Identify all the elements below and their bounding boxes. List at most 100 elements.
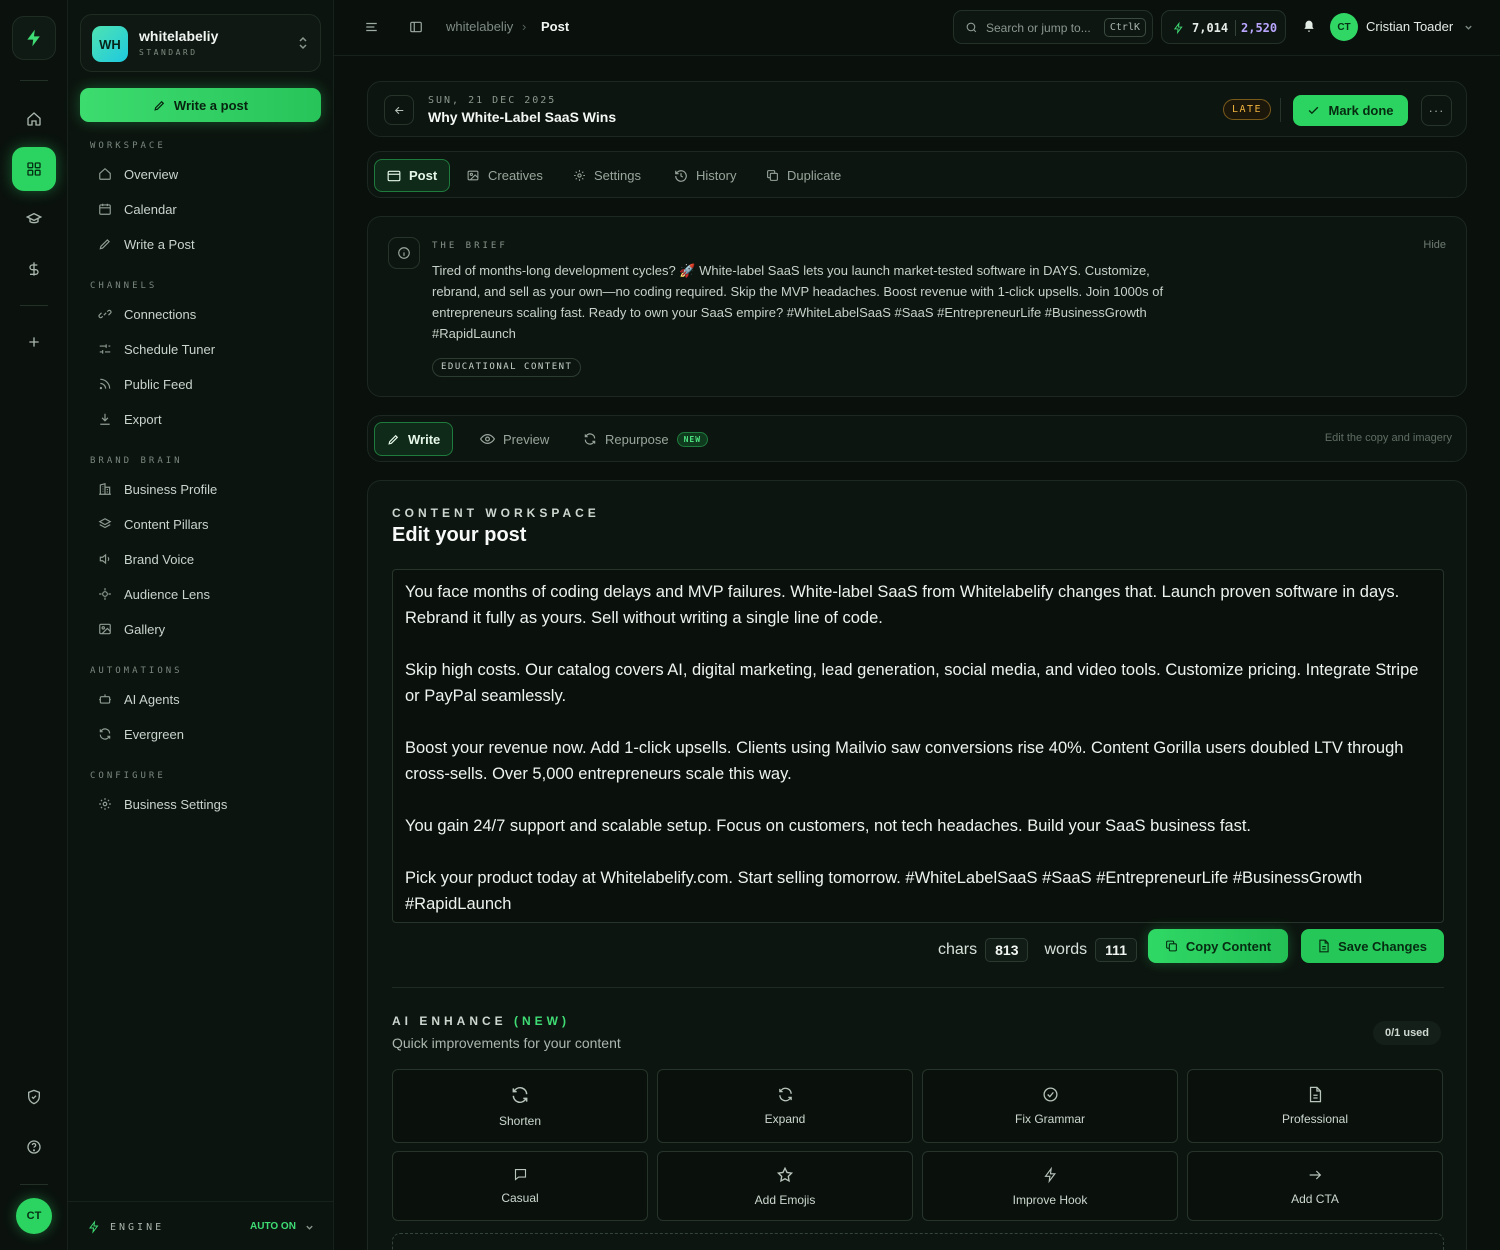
tab-duplicate[interactable]: Duplicate	[754, 159, 853, 192]
copy-content-button[interactable]: Copy Content	[1148, 929, 1288, 963]
editor-paragraph: You face months of coding delays and MVP…	[405, 583, 1400, 627]
breadcrumb-current-page: Post	[541, 19, 570, 34]
ai-action-label: Add Emojis	[754, 1192, 816, 1207]
ai-shorten-button[interactable]: Shorten	[392, 1069, 648, 1143]
tab-creatives[interactable]: Creatives	[454, 159, 555, 192]
sidebar-item-schedule-tuner[interactable]: Schedule Tuner	[90, 335, 310, 363]
tab-label: Post	[409, 168, 438, 183]
tab-label: Write	[408, 431, 441, 447]
user-name[interactable]: Cristian Toader	[1366, 19, 1453, 34]
sidebar-toggle-icon[interactable]	[408, 20, 424, 34]
info-icon	[388, 237, 420, 269]
sidebar-item-ai-agents[interactable]: AI Agents	[90, 685, 310, 713]
sidebar-item-business-settings[interactable]: Business Settings	[90, 790, 310, 818]
ai-professional-button[interactable]: Professional	[1187, 1069, 1443, 1143]
eye-icon	[480, 433, 495, 445]
avatar[interactable]: CT	[1330, 13, 1358, 41]
brief-tag: EDUCATIONAL CONTENT	[432, 358, 582, 377]
sidebar-item-overview[interactable]: Overview	[90, 160, 310, 188]
sidebar-item-public-feed[interactable]: Public Feed	[90, 370, 310, 398]
breadcrumb-workspace[interactable]: whitelabeliy	[446, 19, 513, 34]
ai-action-label: Fix Grammar	[1015, 1112, 1085, 1126]
sidebar-item-business-profile[interactable]: Business Profile	[90, 475, 310, 503]
home-icon[interactable]	[12, 97, 56, 141]
more-options-button[interactable]: ···	[1421, 95, 1452, 126]
menu-icon[interactable]	[364, 20, 379, 34]
dashboard-icon[interactable]	[12, 147, 56, 191]
image-icon	[99, 623, 111, 635]
new-badge: NEW	[676, 431, 709, 447]
sidebar-item-label: Business Settings	[124, 796, 228, 812]
credits-counter[interactable]: 7,014 2,520	[1161, 10, 1286, 44]
sidebar-item-brand-voice[interactable]: Brand Voice	[90, 545, 310, 573]
tab-label: History	[696, 168, 737, 183]
content-stats: chars 813 words 111	[938, 936, 1137, 964]
tab-repurpose[interactable]: Repurpose NEW	[571, 422, 720, 456]
sidebar-item-content-pillars[interactable]: Content Pillars	[90, 510, 310, 538]
more-icon: ···	[1428, 103, 1445, 118]
search-icon	[966, 22, 977, 33]
bolt-icon	[89, 1220, 99, 1234]
sidebar-item-gallery[interactable]: Gallery	[90, 615, 310, 643]
chevron-up-down-icon	[298, 36, 308, 50]
credits-secondary: 2,520	[1241, 21, 1278, 35]
graduation-cap-icon[interactable]	[12, 197, 56, 241]
sidebar-item-label: Public Feed	[124, 376, 193, 392]
page-title: Edit your post	[392, 524, 527, 546]
brief-hide-link[interactable]: Hide	[1423, 239, 1446, 251]
icon-rail: CT	[0, 0, 68, 1250]
ai-fix-grammar-button[interactable]: Fix Grammar	[922, 1069, 1178, 1143]
workspace-switcher[interactable]: WH whitelabeliy STANDARD	[80, 14, 321, 72]
engine-status: AUTO ON	[250, 1221, 296, 1232]
help-icon[interactable]	[12, 1125, 56, 1169]
section-brand-brain: BRAND BRAIN	[90, 456, 183, 466]
custom-prompt-dropzone[interactable]	[392, 1233, 1444, 1250]
sidebar-item-write-a-post[interactable]: Write a Post	[90, 230, 310, 258]
workspace-logo: WH	[92, 26, 128, 62]
ai-action-label: Shorten	[498, 1113, 542, 1128]
mark-done-label: Mark done	[1328, 103, 1394, 118]
engine-toggle[interactable]: ENGINE AUTO ON	[68, 1201, 334, 1250]
chars-count: 813	[985, 938, 1029, 962]
write-post-button[interactable]: Write a post	[80, 88, 321, 122]
back-button[interactable]	[384, 95, 414, 125]
shield-icon[interactable]	[12, 1075, 56, 1119]
save-changes-button[interactable]: Save Changes	[1301, 929, 1444, 963]
ai-casual-button[interactable]: Casual	[392, 1151, 648, 1221]
post-editor[interactable]: You face months of coding delays and MVP…	[392, 569, 1444, 923]
check-icon	[1309, 106, 1319, 115]
ai-add-cta-button[interactable]: Add CTA	[1187, 1151, 1443, 1221]
sidebar-item-export[interactable]: Export	[90, 405, 310, 433]
mark-done-button[interactable]: Mark done	[1293, 95, 1408, 126]
ai-expand-button[interactable]: Expand	[657, 1069, 913, 1143]
workspace-plan: STANDARD	[139, 48, 198, 57]
plus-icon[interactable]	[12, 320, 56, 364]
pencil-icon	[154, 100, 165, 111]
bell-icon[interactable]	[1302, 19, 1316, 34]
tab-label: Duplicate	[787, 168, 842, 183]
search-input[interactable]	[986, 19, 1098, 37]
refresh-icon	[512, 1086, 528, 1103]
tab-post[interactable]: Post	[374, 159, 451, 192]
tab-preview[interactable]: Preview	[468, 422, 561, 456]
tab-history[interactable]: History	[662, 159, 748, 192]
brand-logo-icon[interactable]	[12, 16, 56, 60]
ai-improve-hook-button[interactable]: Improve Hook	[922, 1151, 1178, 1221]
sidebar-item-evergreen[interactable]: Evergreen	[90, 720, 310, 748]
sidebar-item-calendar[interactable]: Calendar	[90, 195, 310, 223]
rail-divider	[20, 1184, 48, 1185]
dollar-icon[interactable]	[12, 247, 56, 291]
search-box[interactable]: CtrlK	[953, 10, 1153, 44]
sidebar-item-connections[interactable]: Connections	[90, 300, 310, 328]
building-icon	[99, 483, 111, 495]
mode-hint: Edit the copy and imagery	[1324, 432, 1452, 444]
chevron-down-icon[interactable]	[1464, 23, 1473, 32]
chars-label: chars	[938, 941, 978, 958]
tab-write[interactable]: Write	[374, 422, 454, 456]
ai-add-emojis-button[interactable]: Add Emojis	[657, 1151, 913, 1221]
editor-paragraph: You gain 24/7 support and scalable setup…	[405, 817, 1252, 835]
sidebar-item-audience-lens[interactable]: Audience Lens	[90, 580, 310, 608]
image-icon	[467, 170, 479, 181]
tab-settings[interactable]: Settings	[561, 159, 653, 192]
avatar[interactable]: CT	[16, 1198, 52, 1234]
